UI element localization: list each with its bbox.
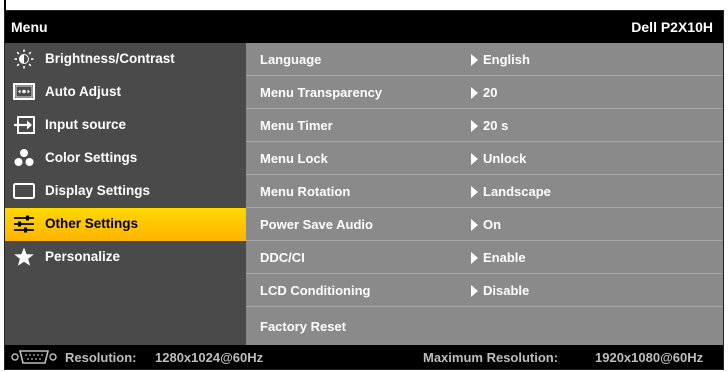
setting-value: Disable (483, 283, 530, 298)
sidebar-item-label: Display Settings (45, 183, 151, 198)
menu-title: Menu (11, 19, 48, 35)
arrow-right-icon (471, 186, 478, 198)
osd-menu-window: Menu Dell P2X10H Brightness/Contrast Aut… (4, 10, 724, 370)
brightness-icon (14, 49, 34, 69)
other-settings-icon (14, 215, 34, 233)
setting-name: Power Save Audio (260, 217, 373, 232)
auto-adjust-icon (13, 83, 35, 100)
arrow-right-icon (471, 120, 478, 132)
setting-value: 20 (483, 85, 498, 100)
sidebar-item-label: Color Settings (45, 150, 138, 165)
max-resolution-value: 1920x1080@60Hz (595, 350, 704, 365)
sidebar-item-label: Personalize (45, 249, 121, 264)
arrow-right-icon (471, 219, 478, 231)
setting-name: Menu Rotation (260, 184, 351, 199)
sidebar-item-input-source[interactable]: Input source (5, 109, 246, 142)
setting-row-menu-lock[interactable]: Menu Lock Unlock (246, 142, 723, 175)
arrow-right-icon (471, 252, 478, 264)
vga-connector-icon (11, 350, 57, 364)
setting-value: Unlock (483, 151, 527, 166)
star-icon (14, 247, 34, 266)
sidebar-item-brightness-contrast[interactable]: Brightness/Contrast (5, 43, 246, 76)
setting-name: Menu Timer (260, 118, 333, 133)
setting-row-factory-reset[interactable]: Factory Reset (246, 307, 723, 345)
sidebar-item-other-settings[interactable]: Other Settings (5, 208, 246, 241)
sidebar: Brightness/Contrast Auto Adjust Input so… (5, 43, 246, 345)
resolution-label: Resolution: (65, 350, 137, 365)
setting-row-language[interactable]: Language English (246, 43, 723, 76)
sidebar-item-label: Auto Adjust (45, 84, 121, 99)
sidebar-item-label: Other Settings (45, 216, 139, 231)
setting-row-lcd-conditioning[interactable]: LCD Conditioning Disable (246, 274, 723, 307)
setting-value: Landscape (483, 184, 551, 199)
setting-name: Menu Transparency (260, 85, 383, 100)
setting-row-menu-rotation[interactable]: Menu Rotation Landscape (246, 175, 723, 208)
arrow-right-icon (471, 87, 478, 99)
arrow-right-icon (471, 285, 478, 297)
sidebar-item-label: Input source (45, 117, 127, 132)
sidebar-item-personalize[interactable]: Personalize (5, 241, 246, 274)
setting-name: Menu Lock (260, 151, 328, 166)
setting-row-power-save-audio[interactable]: Power Save Audio On (246, 208, 723, 241)
setting-name: Language (260, 52, 322, 67)
setting-row-menu-timer[interactable]: Menu Timer 20 s (246, 109, 723, 142)
setting-name: LCD Conditioning (260, 283, 371, 298)
setting-value: English (483, 52, 530, 67)
sidebar-item-display-settings[interactable]: Display Settings (5, 175, 246, 208)
title-bar: Menu Dell P2X10H (5, 11, 723, 43)
sidebar-item-label: Brightness/Contrast (45, 51, 175, 66)
setting-name: Factory Reset (260, 319, 346, 334)
resolution-value: 1280x1024@60Hz (155, 350, 264, 365)
setting-value: 20 s (483, 118, 509, 133)
input-source-icon (14, 116, 35, 134)
sidebar-item-auto-adjust[interactable]: Auto Adjust (5, 76, 246, 109)
setting-row-menu-transparency[interactable]: Menu Transparency 20 (246, 76, 723, 109)
arrow-right-icon (471, 153, 478, 165)
sidebar-item-color-settings[interactable]: Color Settings (5, 142, 246, 175)
max-resolution-label: Maximum Resolution: (423, 350, 559, 365)
setting-row-ddc-ci[interactable]: DDC/CI Enable (246, 241, 723, 274)
osd-screen: Menu Dell P2X10H Brightness/Contrast Aut… (0, 0, 728, 371)
status-footer: Resolution: 1280x1024@60Hz Maximum Resol… (5, 345, 723, 369)
setting-value: Enable (483, 250, 526, 265)
setting-name: DDC/CI (260, 250, 305, 265)
display-settings-icon (13, 183, 35, 199)
setting-value: On (483, 217, 502, 232)
monitor-model: Dell P2X10H (631, 19, 713, 35)
color-settings-icon (14, 149, 34, 166)
settings-panel: Language English Menu Transparency 20 Me… (246, 43, 723, 345)
arrow-right-icon (471, 54, 478, 66)
